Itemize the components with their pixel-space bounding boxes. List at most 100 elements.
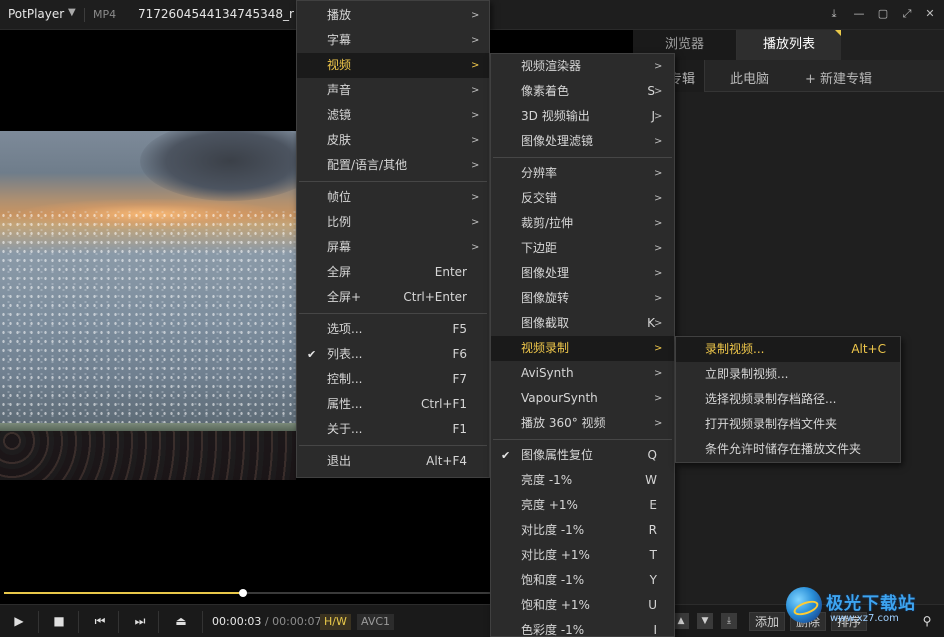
video-menu-item[interactable]: 图像处理滤镜 > bbox=[491, 129, 674, 154]
record-menu-item[interactable]: 录制视频... Alt+C bbox=[676, 337, 900, 362]
video-menu-item-label: 对比度 -1% bbox=[521, 523, 585, 537]
video-menu-item[interactable]: 视频渲染器 > bbox=[491, 54, 674, 79]
video-menu-item[interactable]: AviSynth > bbox=[491, 361, 674, 386]
video-menu-item[interactable]: 饱和度 +1% U bbox=[491, 593, 674, 618]
main-menu-item[interactable]: 视频 > bbox=[297, 53, 489, 78]
video-menu-item[interactable]: 亮度 -1% W bbox=[491, 468, 674, 493]
main-menu-item[interactable]: 声音 > bbox=[297, 78, 489, 103]
main-menu-item-shortcut: F6 bbox=[452, 347, 467, 361]
main-menu-item[interactable]: 字幕 > bbox=[297, 28, 489, 53]
codec-badge[interactable]: AVC1 bbox=[357, 614, 395, 630]
main-menu-item[interactable]: ✔ 列表... F6 bbox=[297, 342, 489, 367]
fullscreen-icon[interactable]: ⤢ bbox=[899, 6, 915, 22]
video-menu-item-shortcut: I bbox=[653, 623, 657, 637]
video-menu-item[interactable]: 对比度 +1% T bbox=[491, 543, 674, 568]
watermark-logo-icon bbox=[786, 587, 822, 623]
play-icon[interactable]: ▶ bbox=[10, 612, 28, 630]
video-menu-item[interactable]: 3D 视频输出 J > bbox=[491, 104, 674, 129]
seek-handle[interactable] bbox=[239, 589, 247, 597]
video-menu-item[interactable]: 图像旋转 > bbox=[491, 286, 674, 311]
eject-icon[interactable]: ⏏ bbox=[172, 612, 190, 630]
main-menu-item-shortcut: Alt+F4 bbox=[426, 454, 467, 468]
time-display[interactable]: 00:00:03 / 00:00:07 bbox=[212, 615, 322, 628]
pin-icon[interactable]: ⤓ bbox=[826, 6, 842, 22]
main-menu-item[interactable]: 比例 > bbox=[297, 210, 489, 235]
video-menu-item-label: 饱和度 +1% bbox=[521, 598, 590, 612]
video-menu-item-label: 播放 360° 视频 bbox=[521, 416, 606, 430]
main-menu-item[interactable]: 选项... F5 bbox=[297, 317, 489, 342]
main-menu-item[interactable]: 播放 > bbox=[297, 3, 489, 28]
video-menu-item[interactable]: 反交错 > bbox=[491, 186, 674, 211]
main-menu-item[interactable]: 屏幕 > bbox=[297, 235, 489, 260]
video-menu-item[interactable]: 饱和度 -1% Y bbox=[491, 568, 674, 593]
video-menu-item[interactable]: 下边距 > bbox=[491, 236, 674, 261]
main-menu-item-label: 全屏+ bbox=[327, 290, 362, 304]
minimize-icon[interactable]: — bbox=[851, 6, 867, 22]
main-menu-item[interactable]: 滤镜 > bbox=[297, 103, 489, 128]
playlist-panel: 浏览器 播放列表 专辑 此电脑 + 新建专辑 bbox=[633, 30, 944, 607]
video-menu-item-label: 下边距 bbox=[521, 241, 558, 255]
video-menu-item[interactable]: 像素着色 S > bbox=[491, 79, 674, 104]
main-menu-item-label: 播放 bbox=[327, 8, 352, 22]
chevron-right-icon: > bbox=[654, 393, 663, 404]
video-menu-item-label: 亮度 -1% bbox=[521, 473, 573, 487]
stop-icon[interactable]: ■ bbox=[50, 612, 68, 630]
main-menu-item[interactable]: 全屏+ Ctrl+Enter bbox=[297, 285, 489, 310]
video-menu-item[interactable]: 图像截取 K > bbox=[491, 311, 674, 336]
main-menu-item[interactable]: 配置/语言/其他 > bbox=[297, 153, 489, 178]
chevron-down-icon[interactable]: ▼ bbox=[68, 7, 76, 18]
main-menu-item-shortcut: F1 bbox=[452, 422, 467, 436]
record-menu-item[interactable]: 条件允许时储存在播放文件夹 bbox=[676, 437, 900, 462]
video-menu-item[interactable]: 裁剪/拉伸 > bbox=[491, 211, 674, 236]
video-menu-item-shortcut: T bbox=[649, 548, 657, 562]
tab-playlist[interactable]: 播放列表 bbox=[737, 30, 841, 60]
move-up-icon[interactable]: ▲ bbox=[673, 613, 689, 629]
main-menu-item-label: 列表... bbox=[327, 347, 363, 361]
video-menu-item[interactable]: 亮度 +1% E bbox=[491, 493, 674, 518]
next-icon[interactable]: ⏭ bbox=[131, 612, 149, 630]
chevron-right-icon: > bbox=[471, 217, 480, 228]
subtab-new-album[interactable]: + 新建专辑 bbox=[805, 68, 872, 87]
app-menu-button[interactable]: PotPlayer bbox=[8, 7, 64, 21]
move-bottom-icon[interactable]: ⤓ bbox=[721, 613, 737, 629]
video-menu-item-label: 裁剪/拉伸 bbox=[521, 216, 574, 230]
add-button[interactable]: 添加 bbox=[749, 612, 785, 631]
control-divider bbox=[78, 611, 79, 633]
subtab-this-pc[interactable]: 此电脑 bbox=[730, 68, 769, 87]
main-menu-item-shortcut: F5 bbox=[452, 322, 467, 336]
record-menu-item[interactable]: 选择视频录制存档路径... bbox=[676, 387, 900, 412]
video-menu-item[interactable]: 色彩度 -1% I bbox=[491, 618, 674, 637]
video-menu-item[interactable]: 图像处理 > bbox=[491, 261, 674, 286]
main-menu-item-label: 视频 bbox=[327, 58, 352, 72]
video-menu-item[interactable]: 播放 360° 视频 > bbox=[491, 411, 674, 436]
chevron-right-icon: > bbox=[471, 35, 480, 46]
menu-separator bbox=[299, 313, 487, 314]
video-menu-item[interactable]: 分辨率 > bbox=[491, 161, 674, 186]
current-time: 00:00:03 bbox=[212, 615, 262, 628]
control-divider bbox=[158, 611, 159, 633]
main-menu-item[interactable]: 帧位 > bbox=[297, 185, 489, 210]
previous-icon[interactable]: ⏮ bbox=[91, 612, 109, 630]
move-down-icon[interactable]: ▼ bbox=[697, 613, 713, 629]
main-menu-item[interactable]: 属性... Ctrl+F1 bbox=[297, 392, 489, 417]
video-menu-item[interactable]: 视频录制 > bbox=[491, 336, 674, 361]
main-menu-item-label: 比例 bbox=[327, 215, 352, 229]
video-menu-item[interactable]: 对比度 -1% R bbox=[491, 518, 674, 543]
record-menu-item[interactable]: 打开视频录制存档文件夹 bbox=[676, 412, 900, 437]
record-menu-item-label: 条件允许时储存在播放文件夹 bbox=[705, 442, 862, 456]
video-menu-item-label: VapourSynth bbox=[521, 391, 598, 405]
video-frame[interactable] bbox=[0, 131, 296, 480]
main-menu-item[interactable]: 皮肤 > bbox=[297, 128, 489, 153]
video-menu-item[interactable]: VapourSynth > bbox=[491, 386, 674, 411]
main-menu-item[interactable]: 关于... F1 bbox=[297, 417, 489, 442]
main-menu-item[interactable]: 控制... F7 bbox=[297, 367, 489, 392]
main-menu-item[interactable]: 退出 Alt+F4 bbox=[297, 449, 489, 474]
video-menu-item-label: 图像属性复位 bbox=[521, 448, 594, 462]
main-menu-item[interactable]: 全屏 Enter bbox=[297, 260, 489, 285]
close-icon[interactable]: ✕ bbox=[922, 6, 938, 22]
record-menu-item[interactable]: 立即录制视频... bbox=[676, 362, 900, 387]
chevron-right-icon: > bbox=[654, 61, 663, 72]
hw-decoder-badge[interactable]: H/W bbox=[320, 614, 351, 630]
video-menu-item[interactable]: ✔ 图像属性复位 Q bbox=[491, 443, 674, 468]
maximize-icon[interactable]: ▢ bbox=[875, 6, 891, 22]
